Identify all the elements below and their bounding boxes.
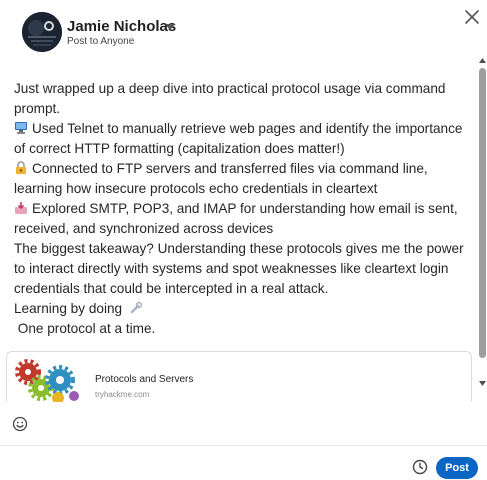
- link-preview-domain: tryhackme.com: [95, 390, 150, 399]
- inbox-icon: [15, 202, 27, 214]
- scroll-down-icon[interactable]: [478, 378, 487, 388]
- post-visibility[interactable]: Post to Anyone: [67, 36, 134, 47]
- caret-down-icon[interactable]: [163, 20, 177, 34]
- wrench-icon: [130, 301, 143, 314]
- computer-icon: [15, 122, 27, 134]
- emoji-picker-icon[interactable]: [12, 416, 28, 432]
- post-line: Connected to FTP servers and transferred…: [14, 161, 428, 196]
- post-line: Learning by doing: [14, 299, 469, 319]
- schedule-clock-icon[interactable]: [412, 459, 428, 475]
- avatar-image: [22, 12, 62, 52]
- post-line: Explored SMTP, POP3, and IMAP for unders…: [14, 201, 458, 236]
- post-text-editor[interactable]: Just wrapped up a deep dive into practic…: [14, 79, 469, 339]
- scrollbar[interactable]: [478, 56, 487, 388]
- post-line: Used Telnet to manually retrieve web pag…: [14, 121, 463, 156]
- footer-divider: [0, 445, 487, 446]
- avatar[interactable]: [22, 12, 62, 52]
- scroll-up-icon[interactable]: [478, 56, 487, 66]
- link-preview-card[interactable]: Protocols and Servers tryhackme.com: [6, 351, 472, 402]
- post-composer-header: Jamie Nicholas Post to Anyone: [0, 0, 487, 68]
- close-icon[interactable]: [463, 8, 481, 26]
- author-name[interactable]: Jamie Nicholas: [67, 18, 176, 35]
- post-line: Just wrapped up a deep dive into practic…: [14, 81, 446, 116]
- lock-icon: [16, 161, 26, 174]
- post-line: The biggest takeaway? Understanding thes…: [14, 241, 464, 296]
- link-preview-title[interactable]: Protocols and Servers: [95, 374, 193, 385]
- scrollbar-thumb[interactable]: [479, 68, 486, 358]
- post-button[interactable]: Post: [436, 457, 478, 479]
- gears-thumbnail: [15, 359, 79, 402]
- post-line: One protocol at a time.: [14, 321, 156, 336]
